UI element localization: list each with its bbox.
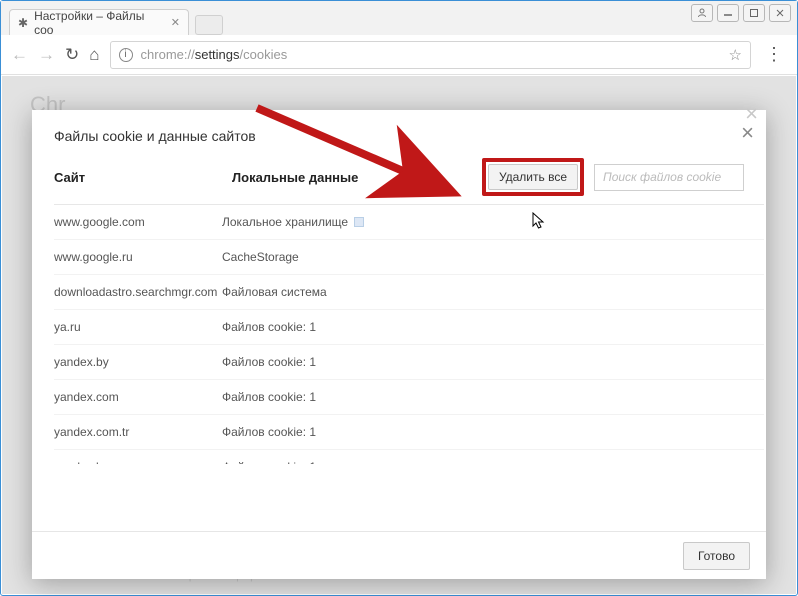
window-controls — [691, 4, 791, 22]
cookie-site: downloadastro.searchmgr.com — [54, 285, 222, 299]
tab-strip: ✱ Настройки – Файлы coo ✕ — [1, 1, 797, 35]
bookmark-star-icon[interactable]: ☆ — [729, 46, 742, 64]
cookie-site: yandex.kz — [54, 460, 222, 464]
cookie-data: Файлов cookie: 1 — [222, 390, 764, 404]
cookie-site: ya.ru — [54, 320, 222, 334]
dialog-title: Файлы cookie и данные сайтов — [32, 110, 766, 158]
toolbar: ← → ↻ ⌂ i chrome://settings/cookies ☆ ⋮ — [1, 35, 797, 75]
cookie-search-input[interactable] — [594, 164, 744, 191]
column-header-site: Сайт — [54, 170, 222, 185]
user-icon[interactable] — [691, 4, 713, 22]
back-button[interactable]: ← — [11, 45, 28, 65]
minimize-button[interactable] — [717, 4, 739, 22]
annotation-highlight: Удалить все — [482, 158, 584, 196]
cookie-row[interactable]: yandex.comФайлов cookie: 1 — [54, 380, 764, 415]
browser-tab[interactable]: ✱ Настройки – Файлы coo ✕ — [9, 9, 189, 35]
cookies-dialog: × × Файлы cookie и данные сайтов Сайт Ло… — [32, 110, 766, 579]
cookie-row[interactable]: www.google.comЛокальное хранилище — [54, 205, 764, 240]
dialog-close-icon[interactable]: × — [741, 120, 754, 146]
tab-title: Настройки – Файлы coo — [34, 9, 165, 37]
cookie-row[interactable]: ya.ruФайлов cookie: 1 — [54, 310, 764, 345]
cookie-row[interactable]: yandex.com.trФайлов cookie: 1 — [54, 415, 764, 450]
local-storage-badge-icon — [354, 217, 364, 227]
cookie-row[interactable]: www.google.ruCacheStorage — [54, 240, 764, 275]
cookie-site: yandex.com.tr — [54, 425, 222, 439]
cookie-row[interactable]: downloadastro.searchmgr.comФайловая сист… — [54, 275, 764, 310]
cookie-row[interactable]: yandex.kzФайлов cookie: 1 — [54, 450, 764, 464]
delete-all-button[interactable]: Удалить все — [488, 164, 578, 190]
cookie-site: yandex.com — [54, 390, 222, 404]
close-tab-icon[interactable]: ✕ — [171, 16, 180, 29]
cookie-data: Файлов cookie: 1 — [222, 460, 764, 464]
column-header-data: Локальные данные — [232, 170, 442, 185]
cookies-list[interactable]: www.google.comЛокальное хранилищеwww.goo… — [54, 204, 764, 464]
site-info-icon[interactable]: i — [119, 48, 133, 62]
reload-button[interactable]: ↻ — [65, 45, 79, 65]
cookie-data: Локальное хранилище — [222, 215, 764, 229]
page-viewport: Chr Пароли и формы × × Файлы cookie и да… — [2, 76, 796, 594]
cookie-data: Файлов cookie: 1 — [222, 425, 764, 439]
done-button[interactable]: Готово — [683, 542, 750, 570]
cookie-site: yandex.by — [54, 355, 222, 369]
cookie-data: CacheStorage — [222, 250, 764, 264]
forward-button[interactable]: → — [38, 45, 55, 65]
new-tab-button[interactable] — [195, 15, 223, 35]
cookie-site: www.google.com — [54, 215, 222, 229]
maximize-button[interactable] — [743, 4, 765, 22]
gear-icon: ✱ — [18, 16, 28, 30]
url-text: chrome://settings/cookies — [141, 47, 288, 62]
address-bar[interactable]: i chrome://settings/cookies ☆ — [110, 41, 751, 69]
close-window-button[interactable] — [769, 4, 791, 22]
cookie-data: Файлов cookie: 1 — [222, 320, 764, 334]
cookie-data: Файлов cookie: 1 — [222, 355, 764, 369]
home-button[interactable]: ⌂ — [89, 45, 99, 65]
chrome-menu-icon[interactable]: ⋮ — [761, 44, 787, 65]
cookie-data: Файловая система — [222, 285, 764, 299]
cookie-row[interactable]: yandex.byФайлов cookie: 1 — [54, 345, 764, 380]
cookie-site: www.google.ru — [54, 250, 222, 264]
